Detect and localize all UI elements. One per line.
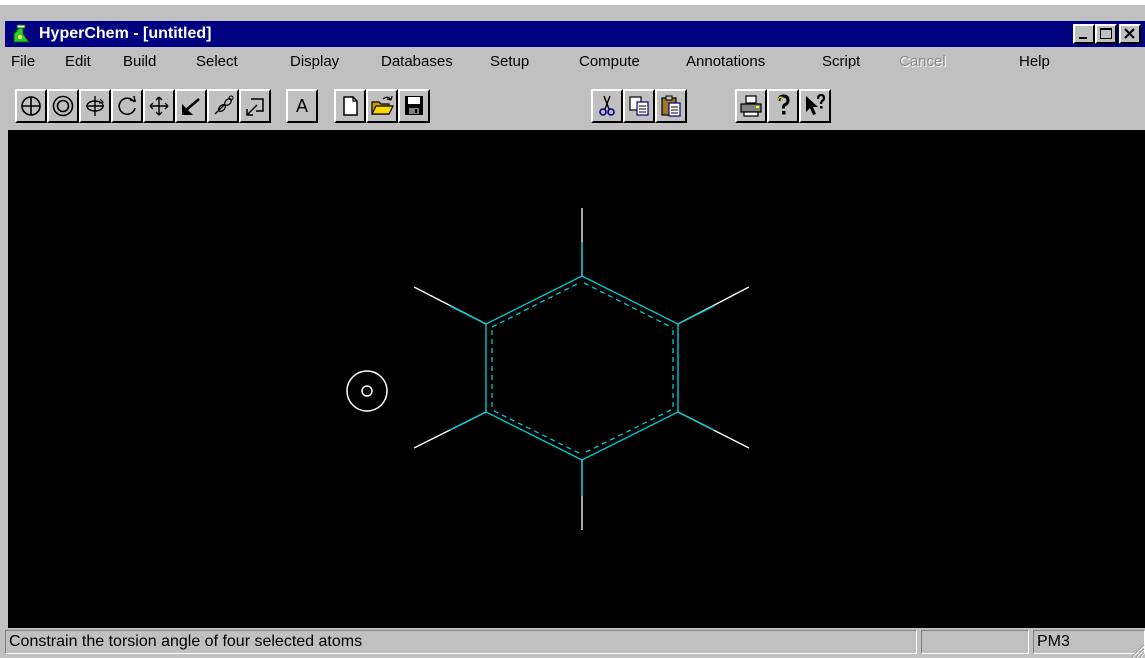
z-translate-button[interactable] (175, 89, 207, 123)
status-middle-pane (921, 630, 1029, 654)
toolbar: A (5, 75, 1145, 127)
print-button[interactable] (735, 89, 767, 123)
status-bar: Constrain the torsion angle of four sele… (5, 628, 1145, 658)
copy-button[interactable] (623, 89, 655, 123)
diagonal-arrow-icon (182, 98, 200, 115)
rotate-out-of-plane-button[interactable] (79, 89, 111, 123)
new-file-button[interactable] (334, 89, 366, 123)
menu-setup[interactable]: Setup (490, 53, 529, 70)
question-mark-icon (777, 94, 790, 115)
rotate-3d-icon (86, 96, 105, 116)
draw-cursor-icon (346, 370, 388, 412)
magnify-button[interactable] (207, 89, 239, 123)
menu-build[interactable]: Build (123, 53, 156, 70)
printer-icon (740, 95, 762, 117)
copy-pages-icon (629, 96, 649, 116)
menu-bar: File Edit Build Select Display Databases… (5, 47, 1145, 75)
clip-box-icon (246, 98, 264, 116)
menu-annotations[interactable]: Annotations (686, 53, 765, 70)
text-annotation-button[interactable]: A (286, 89, 318, 123)
molecule-workspace[interactable] (8, 130, 1145, 628)
pointer-question-icon (806, 93, 826, 115)
menu-display[interactable]: Display (290, 53, 339, 70)
menu-cancel[interactable]: Cancel (899, 53, 946, 70)
close-button[interactable] (1119, 24, 1141, 44)
maximize-button[interactable] (1095, 24, 1117, 44)
paste-button[interactable] (655, 89, 687, 123)
menu-file[interactable]: File (11, 53, 35, 70)
status-message: Constrain the torsion angle of four sele… (5, 630, 917, 654)
title-bar[interactable]: HyperChem - [untitled] (5, 21, 1145, 47)
window-title: HyperChem - [untitled] (39, 25, 212, 42)
molecule-view[interactable] (8, 130, 1145, 628)
minimize-button[interactable] (1073, 24, 1095, 44)
resize-grip-icon[interactable] (1129, 642, 1145, 658)
target-circle-icon (52, 95, 74, 117)
menu-databases[interactable]: Databases (381, 53, 453, 70)
save-file-button[interactable] (398, 89, 430, 123)
window-top-edge (0, 0, 1145, 5)
move-arrows-icon (149, 96, 169, 116)
rotate-arrow-icon (118, 95, 137, 115)
clipboard-icon (661, 95, 681, 117)
rotate-in-plane-button[interactable] (111, 89, 143, 123)
open-folder-icon (371, 95, 394, 115)
carbon-bond-stubs (449, 242, 715, 496)
hyperchem-app-icon[interactable] (11, 24, 33, 44)
zoom-icon (214, 95, 234, 115)
translate-button[interactable] (143, 89, 175, 123)
menu-help[interactable]: Help (1019, 53, 1050, 70)
menu-compute[interactable]: Compute (579, 53, 640, 70)
menu-script[interactable]: Script (822, 53, 860, 70)
floppy-disk-icon (405, 96, 423, 115)
text-tool-label: A (295, 96, 308, 116)
select-tool-button[interactable] (15, 89, 47, 123)
z-clip-button[interactable] (239, 89, 271, 123)
help-button[interactable] (767, 89, 799, 123)
scissors-icon (599, 95, 615, 116)
draw-tool-button[interactable] (47, 89, 79, 123)
new-document-icon (343, 96, 358, 116)
open-file-button[interactable] (366, 89, 398, 123)
context-help-button[interactable] (799, 89, 831, 123)
cut-button[interactable] (591, 89, 623, 123)
menu-edit[interactable]: Edit (65, 53, 91, 70)
benzene-ring[interactable] (485, 275, 679, 461)
menu-select[interactable]: Select (196, 53, 238, 70)
crosshair-circle-icon (21, 96, 41, 116)
